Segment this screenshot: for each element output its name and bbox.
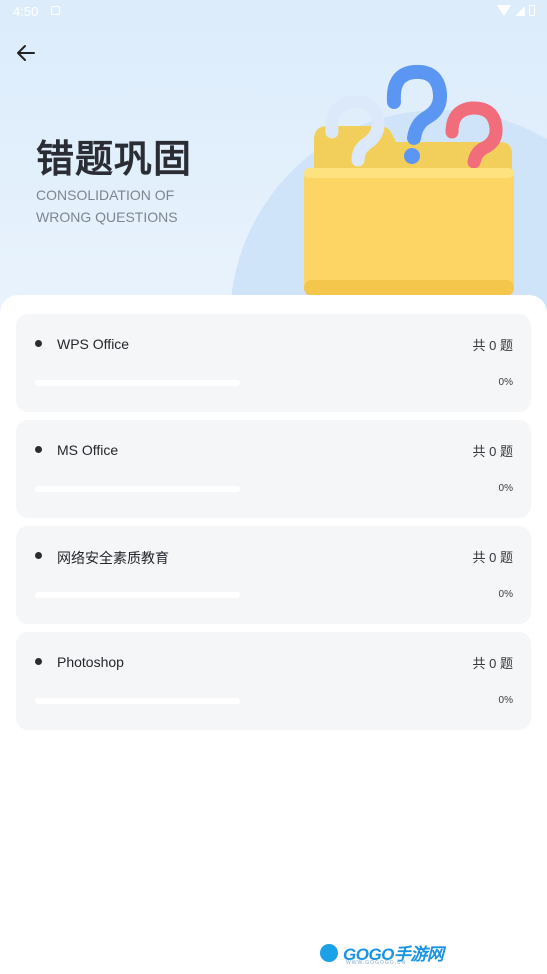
subject-card-photoshop[interactable]: Photoshop 共 0 题 0%: [16, 632, 531, 730]
progress-bar: [35, 380, 240, 386]
watermark-url: WWW.GOGOGO.CN: [346, 960, 407, 966]
page-subtitle: CONSOLIDATION OF WRONG QUESTIONS: [36, 184, 178, 228]
battery-icon: [529, 5, 535, 16]
subject-name: MS Office: [57, 442, 119, 458]
notification-icon: [51, 6, 60, 15]
watermark: GOGO手游网 WWW.GOGOGO.CN: [318, 940, 444, 966]
question-count: 共 0 题: [472, 550, 513, 565]
subject-name: Photoshop: [57, 654, 124, 670]
bullet-dot: [35, 446, 42, 453]
subject-card-ms-office[interactable]: MS Office 共 0 题 0%: [16, 420, 531, 518]
signal-icon: [515, 5, 525, 16]
bullet-dot: [35, 658, 42, 665]
page-title: 错题巩固: [36, 137, 193, 181]
question-count: 共 0 题: [472, 444, 513, 459]
progress-percent: 0%: [498, 695, 513, 706]
subject-name: WPS Office: [57, 336, 130, 352]
back-arrow-icon[interactable]: [13, 40, 39, 66]
watermark-logo-icon: [318, 941, 340, 964]
status-bar: 4:50: [0, 0, 547, 24]
progress-bar: [35, 698, 240, 704]
wifi-icon: [497, 5, 511, 16]
bullet-dot: [35, 552, 42, 559]
question-count: 共 0 题: [472, 338, 513, 353]
content-sheet: WPS Office 共 0 题 0% MS Office 共 0 题 0% 网…: [0, 295, 547, 974]
question-count: 共 0 题: [472, 656, 513, 671]
progress-bar: [35, 592, 240, 598]
progress-percent: 0%: [498, 377, 513, 388]
subject-name: 网络安全素质教育: [57, 550, 169, 566]
subtitle-line-2: WRONG QUESTIONS: [36, 209, 178, 225]
question-mark-folder-illustration: [304, 64, 514, 296]
header-banner: 4:50 错题巩固 CONSOLIDATION OF WRONG QUESTIO…: [0, 0, 547, 320]
progress-percent: 0%: [498, 483, 513, 494]
subtitle-line-1: CONSOLIDATION OF: [36, 187, 175, 203]
progress-percent: 0%: [498, 589, 513, 600]
status-time: 4:50: [13, 4, 39, 19]
subject-card-wps-office[interactable]: WPS Office 共 0 题 0%: [16, 314, 531, 412]
bullet-dot: [35, 340, 42, 347]
subject-card-network-security[interactable]: 网络安全素质教育 共 0 题 0%: [16, 526, 531, 624]
progress-bar: [35, 486, 240, 492]
